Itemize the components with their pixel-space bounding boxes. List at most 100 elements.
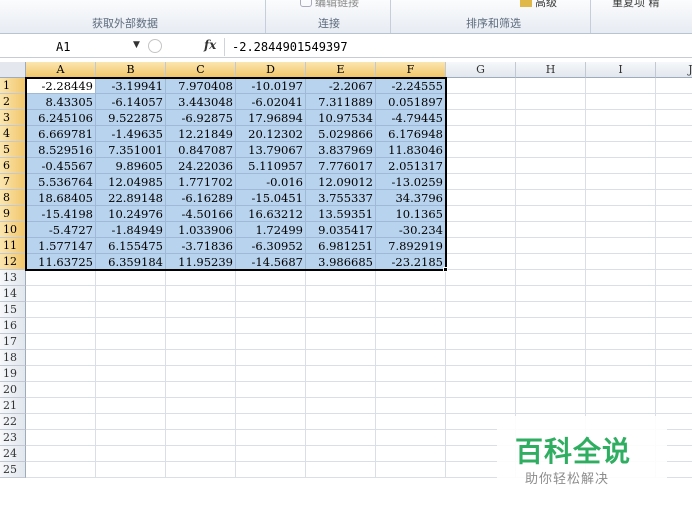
cell-d6[interactable]: 5.110957	[236, 158, 306, 174]
cell-d21[interactable]	[236, 398, 306, 414]
cell-c8[interactable]: -6.16289	[166, 190, 236, 206]
cell-a15[interactable]	[26, 302, 96, 318]
select-all-corner[interactable]	[0, 62, 26, 78]
cell-f25[interactable]	[376, 462, 446, 478]
cell-f5[interactable]: 11.83046	[376, 142, 446, 158]
cell-e6[interactable]: 7.776017	[306, 158, 376, 174]
cell-d24[interactable]	[236, 446, 306, 462]
remove-duplicates-button[interactable]: 重复项 精	[612, 0, 660, 10]
cell-a5[interactable]: 8.529516	[26, 142, 96, 158]
cell-e19[interactable]	[306, 366, 376, 382]
cell-b11[interactable]: 6.155475	[96, 238, 166, 254]
cell-e4[interactable]: 5.029866	[306, 126, 376, 142]
cell-h12[interactable]	[516, 254, 586, 270]
cell-a19[interactable]	[26, 366, 96, 382]
column-header-g[interactable]: G	[446, 62, 516, 78]
cell-d18[interactable]	[236, 350, 306, 366]
cell-i12[interactable]	[586, 254, 656, 270]
cell-e18[interactable]	[306, 350, 376, 366]
cell-h6[interactable]	[516, 158, 586, 174]
row-header-13[interactable]: 13	[0, 270, 26, 286]
cell-g2[interactable]	[446, 94, 516, 110]
cell-i14[interactable]	[586, 286, 656, 302]
cell-c24[interactable]	[166, 446, 236, 462]
cell-g18[interactable]	[446, 350, 516, 366]
cell-a1[interactable]: -2.28449	[26, 78, 96, 94]
cell-g7[interactable]	[446, 174, 516, 190]
cell-j16[interactable]	[656, 318, 692, 334]
row-header-21[interactable]: 21	[0, 398, 26, 414]
cell-f3[interactable]: -4.79445	[376, 110, 446, 126]
cell-g9[interactable]	[446, 206, 516, 222]
cell-f16[interactable]	[376, 318, 446, 334]
cell-d8[interactable]: -15.0451	[236, 190, 306, 206]
cell-a10[interactable]: -5.4727	[26, 222, 96, 238]
cell-j5[interactable]	[656, 142, 692, 158]
cell-a21[interactable]	[26, 398, 96, 414]
cell-f8[interactable]: 34.3796	[376, 190, 446, 206]
cell-g19[interactable]	[446, 366, 516, 382]
cell-c3[interactable]: -6.92875	[166, 110, 236, 126]
row-header-24[interactable]: 24	[0, 446, 26, 462]
cell-d7[interactable]: -0.016	[236, 174, 306, 190]
cell-e1[interactable]: -2.2067	[306, 78, 376, 94]
cell-d2[interactable]: -6.02041	[236, 94, 306, 110]
cell-f21[interactable]	[376, 398, 446, 414]
cell-a9[interactable]: -15.4198	[26, 206, 96, 222]
cell-g15[interactable]	[446, 302, 516, 318]
cell-i18[interactable]	[586, 350, 656, 366]
cell-d4[interactable]: 20.12302	[236, 126, 306, 142]
cell-e20[interactable]	[306, 382, 376, 398]
column-header-f[interactable]: F	[376, 62, 446, 78]
row-header-25[interactable]: 25	[0, 462, 26, 478]
cell-a20[interactable]	[26, 382, 96, 398]
cell-h4[interactable]	[516, 126, 586, 142]
cell-b24[interactable]	[96, 446, 166, 462]
cell-c11[interactable]: -3.71836	[166, 238, 236, 254]
cell-d15[interactable]	[236, 302, 306, 318]
cell-e22[interactable]	[306, 414, 376, 430]
row-header-14[interactable]: 14	[0, 286, 26, 302]
cell-d23[interactable]	[236, 430, 306, 446]
cell-c21[interactable]	[166, 398, 236, 414]
cell-c1[interactable]: 7.970408	[166, 78, 236, 94]
cell-c23[interactable]	[166, 430, 236, 446]
cell-j12[interactable]	[656, 254, 692, 270]
cell-c9[interactable]: -4.50166	[166, 206, 236, 222]
cell-h16[interactable]	[516, 318, 586, 334]
row-header-4[interactable]: 4	[0, 126, 26, 142]
cell-a7[interactable]: 5.536764	[26, 174, 96, 190]
row-header-22[interactable]: 22	[0, 414, 26, 430]
cell-f23[interactable]	[376, 430, 446, 446]
cell-e9[interactable]: 13.59351	[306, 206, 376, 222]
cell-i15[interactable]	[586, 302, 656, 318]
cell-j17[interactable]	[656, 334, 692, 350]
cell-f12[interactable]: -23.2185	[376, 254, 446, 270]
cell-i17[interactable]	[586, 334, 656, 350]
row-header-11[interactable]: 11	[0, 238, 26, 254]
cell-a13[interactable]	[26, 270, 96, 286]
cell-d11[interactable]: -6.30952	[236, 238, 306, 254]
cell-h11[interactable]	[516, 238, 586, 254]
cancel-icon[interactable]	[148, 39, 162, 53]
cell-f9[interactable]: 10.1365	[376, 206, 446, 222]
cell-g11[interactable]	[446, 238, 516, 254]
cell-a12[interactable]: 11.63725	[26, 254, 96, 270]
cell-i20[interactable]	[586, 382, 656, 398]
cell-b10[interactable]: -1.84949	[96, 222, 166, 238]
cell-c12[interactable]: 11.95239	[166, 254, 236, 270]
cell-e7[interactable]: 12.09012	[306, 174, 376, 190]
cell-b3[interactable]: 9.522875	[96, 110, 166, 126]
cell-j8[interactable]	[656, 190, 692, 206]
cell-c4[interactable]: 12.21849	[166, 126, 236, 142]
cell-e25[interactable]	[306, 462, 376, 478]
cell-d14[interactable]	[236, 286, 306, 302]
cell-e17[interactable]	[306, 334, 376, 350]
cell-a3[interactable]: 6.245106	[26, 110, 96, 126]
cell-c16[interactable]	[166, 318, 236, 334]
cell-i1[interactable]	[586, 78, 656, 94]
cell-d17[interactable]	[236, 334, 306, 350]
row-header-6[interactable]: 6	[0, 158, 26, 174]
cell-c17[interactable]	[166, 334, 236, 350]
cell-e12[interactable]: 3.986685	[306, 254, 376, 270]
